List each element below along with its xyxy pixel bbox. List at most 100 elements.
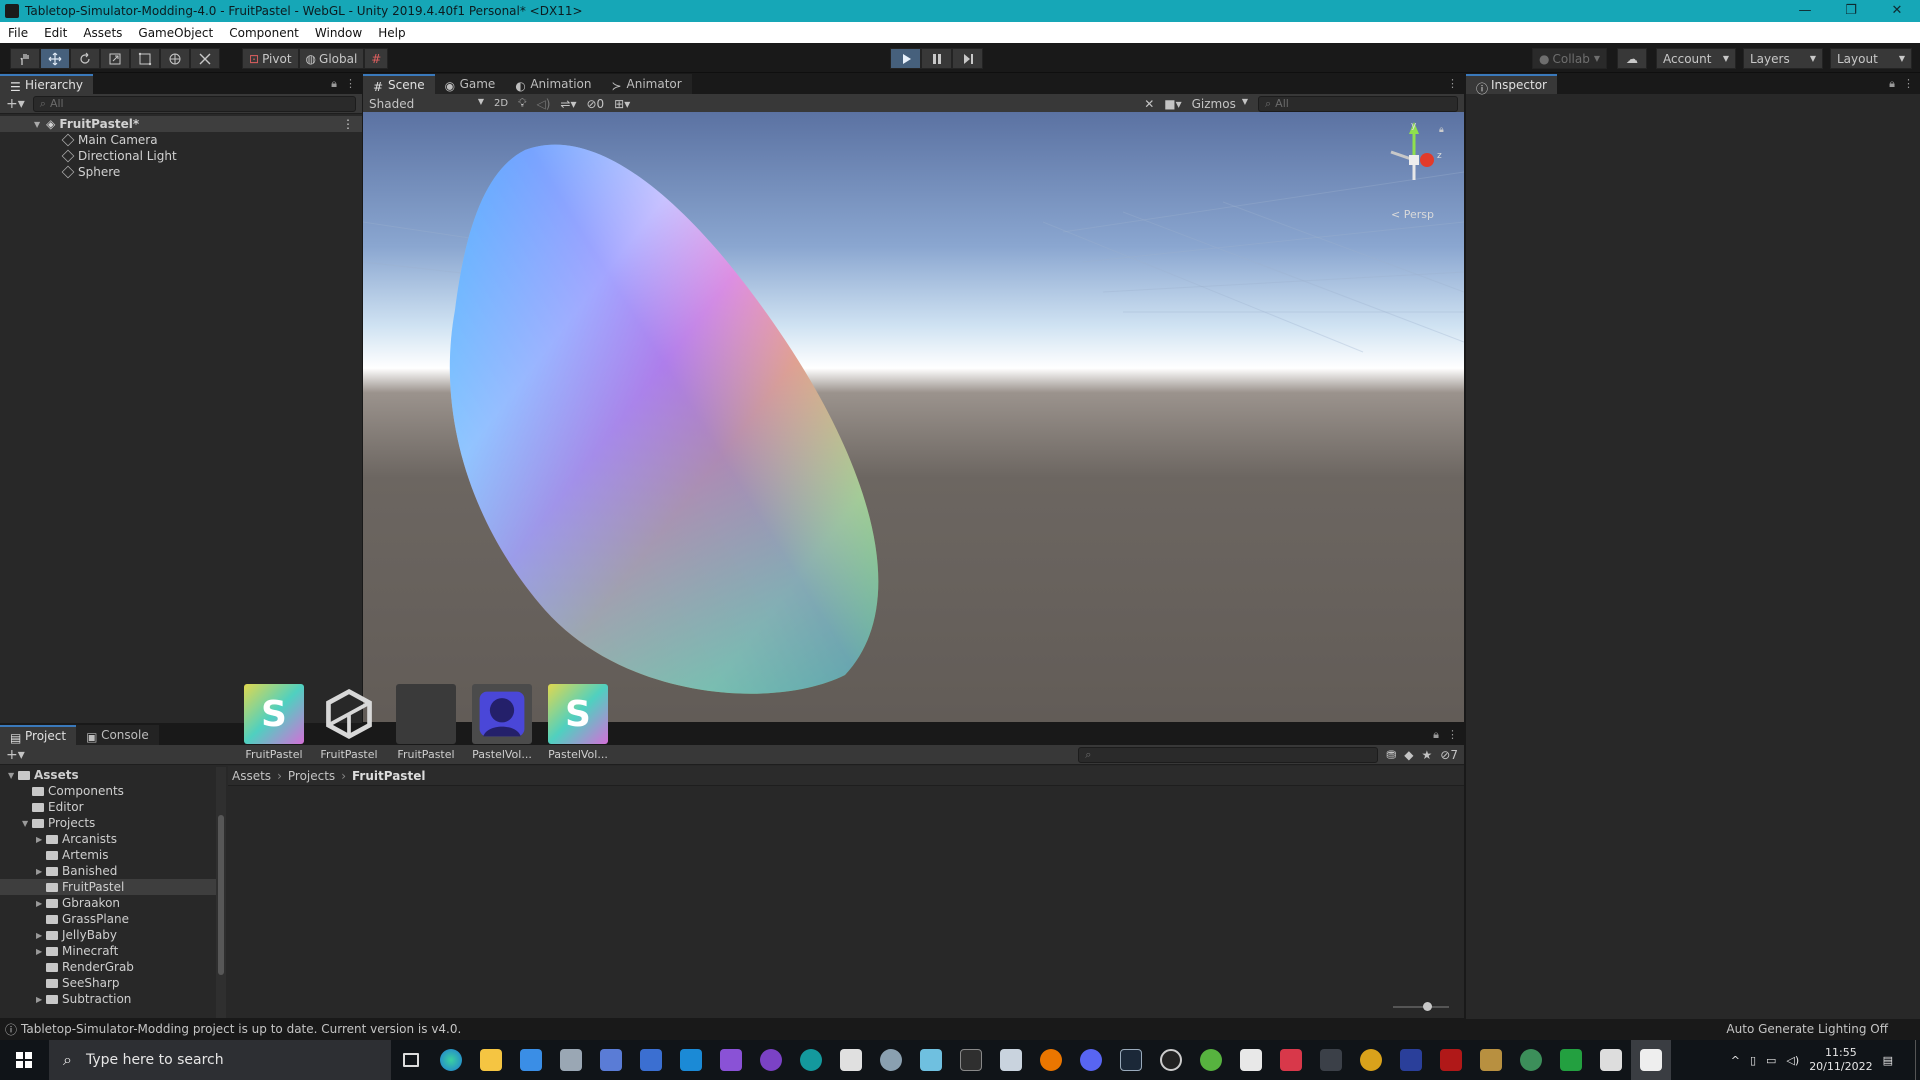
taskbar-app-3[interactable] — [631, 1040, 671, 1080]
scene-search-input[interactable]: ⌕ All — [1258, 95, 1458, 112]
create-button[interactable]: +▾ — [6, 96, 25, 112]
scale-tool-button[interactable] — [100, 48, 130, 69]
folder-tree-item[interactable]: ▶ Arcanists — [0, 831, 216, 847]
project-search-input[interactable]: ⌕ — [1078, 746, 1379, 763]
asset-item[interactable]: S FruitPastel — [242, 684, 306, 761]
tab-scene[interactable]: # Scene — [363, 74, 435, 94]
status-message[interactable]: Tabletop-Simulator-Modding project is up… — [21, 1022, 461, 1036]
folder-tree-item[interactable]: ▼ Projects — [0, 815, 216, 831]
tab-game[interactable]: ◉ Game — [434, 74, 506, 94]
chevron-down-icon[interactable]: ▼ — [22, 819, 32, 828]
effects-toggle-icon[interactable]: ⇌▾ — [560, 97, 576, 111]
more-icon[interactable]: ⋮ — [1447, 77, 1458, 90]
more-icon[interactable]: ⋮ — [1903, 77, 1914, 91]
asset-item[interactable]: FruitPastel — [394, 684, 458, 761]
layers-dropdown[interactable]: Layers ▼ — [1743, 48, 1823, 69]
menu-window[interactable]: Window — [307, 26, 370, 40]
folder-tree-item[interactable]: SeeSharp — [0, 975, 216, 991]
orientation-gizmo[interactable]: y z 🔒︎ — [1379, 120, 1449, 210]
taskbar-app-unity[interactable] — [1591, 1040, 1631, 1080]
asset-item[interactable]: PastelVol... — [470, 684, 534, 761]
grid-toggle-icon[interactable]: ⊞▾ — [614, 97, 630, 111]
scene-viewport[interactable]: y z 🔒︎ < Persp — [363, 112, 1464, 722]
network-icon[interactable]: ▭ — [1766, 1054, 1776, 1067]
lock-icon[interactable]: 🔒︎ — [1889, 77, 1895, 91]
tab-animator[interactable]: ≻ Animator — [601, 74, 692, 94]
shading-mode-dropdown[interactable]: Shaded ▼ — [369, 97, 484, 111]
chevron-down-icon[interactable]: ▼ — [8, 771, 18, 780]
menu-file[interactable]: File — [0, 26, 36, 40]
move-tool-button[interactable] — [40, 48, 70, 69]
audio-toggle-icon[interactable]: ◁) — [536, 97, 550, 111]
folder-tree-item[interactable]: Components — [0, 783, 216, 799]
taskbar-app-6[interactable] — [991, 1040, 1031, 1080]
layout-dropdown[interactable]: Layout ▼ — [1830, 48, 1912, 69]
taskbar-app-1[interactable] — [551, 1040, 591, 1080]
folder-tree-scrollbar[interactable] — [216, 767, 226, 1018]
hierarchy-item[interactable]: Main Camera — [0, 132, 362, 148]
taskbar-app-github[interactable] — [751, 1040, 791, 1080]
rotate-tool-button[interactable] — [70, 48, 100, 69]
filter-by-type-icon[interactable]: ⛃ — [1386, 748, 1396, 762]
transform-tool-button[interactable] — [160, 48, 190, 69]
menu-assets[interactable]: Assets — [75, 26, 130, 40]
hierarchy-item[interactable]: Directional Light — [0, 148, 362, 164]
more-icon[interactable]: ⋮ — [1447, 728, 1458, 742]
taskbar-app-unity-hub[interactable] — [1231, 1040, 1271, 1080]
hand-tool-button[interactable] — [10, 48, 40, 69]
taskbar-app-13[interactable] — [1551, 1040, 1591, 1080]
folder-tree-item[interactable]: GrassPlane — [0, 911, 216, 927]
start-button[interactable] — [0, 1040, 48, 1080]
taskbar-app-10[interactable] — [1431, 1040, 1471, 1080]
asset-item[interactable]: S PastelVol... — [546, 684, 610, 761]
taskbar-app-xbox[interactable] — [1191, 1040, 1231, 1080]
breadcrumb-item[interactable]: Assets — [232, 769, 271, 783]
sphere-mesh[interactable] — [445, 140, 905, 700]
breadcrumb-item-current[interactable]: FruitPastel — [352, 769, 425, 783]
taskbar-app-xml[interactable] — [831, 1040, 871, 1080]
toggle-2d-button[interactable]: 2D — [494, 98, 508, 109]
close-button[interactable]: ✕ — [1874, 0, 1920, 22]
lighting-toggle-icon[interactable]: 💡︎ — [518, 96, 526, 111]
expand-arrow-icon[interactable]: ▼ — [34, 120, 40, 129]
taskbar-app-4[interactable] — [871, 1040, 911, 1080]
folder-tree-item[interactable]: ▼ Assets — [0, 767, 216, 783]
hidden-objects-toggle[interactable]: ⊘0 — [586, 97, 604, 111]
tab-inspector[interactable]: ⓘ Inspector — [1466, 74, 1557, 96]
task-view-button[interactable] — [391, 1040, 431, 1080]
tab-project[interactable]: ▤ Project — [0, 725, 77, 745]
collab-button[interactable]: ● Collab ▼ — [1532, 48, 1607, 69]
taskbar-app-5[interactable] — [911, 1040, 951, 1080]
taskbar-app-8[interactable] — [1311, 1040, 1351, 1080]
rect-tool-button[interactable] — [130, 48, 160, 69]
taskbar-app-steam[interactable] — [1111, 1040, 1151, 1080]
taskbar-app-visual-studio[interactable] — [711, 1040, 751, 1080]
projection-label[interactable]: < Persp — [1391, 208, 1434, 221]
chevron-right-icon[interactable]: ▶ — [36, 867, 46, 876]
more-icon[interactable]: ⋮ — [345, 77, 356, 91]
hierarchy-search-input[interactable]: ⌕ All — [32, 95, 356, 112]
clock[interactable]: 11:55 20/11/2022 — [1809, 1046, 1872, 1074]
folder-tree-item[interactable]: ▶ Minecraft — [0, 943, 216, 959]
icon-size-slider[interactable] — [1393, 1002, 1449, 1011]
taskbar-app-9[interactable] — [1391, 1040, 1431, 1080]
taskbar-app-unity-active[interactable] — [1631, 1040, 1671, 1080]
asset-item[interactable]: FruitPastel — [317, 684, 381, 761]
tab-hierarchy[interactable]: ☰ Hierarchy — [0, 74, 94, 94]
favorite-icon[interactable]: ★ — [1422, 748, 1433, 762]
filter-by-label-icon[interactable]: ◆ — [1404, 748, 1413, 762]
create-button[interactable]: +▾ — [6, 747, 25, 763]
menu-gameobject[interactable]: GameObject — [130, 26, 221, 40]
lock-icon[interactable]: 🔒︎ — [1433, 728, 1439, 742]
menu-component[interactable]: Component — [221, 26, 307, 40]
hierarchy-item[interactable]: Sphere — [0, 164, 362, 180]
pause-button[interactable] — [921, 48, 952, 69]
chevron-right-icon[interactable]: ▶ — [36, 947, 46, 956]
taskbar-app-12[interactable] — [1511, 1040, 1551, 1080]
lock-icon[interactable]: 🔒︎ — [331, 77, 337, 91]
tab-animation[interactable]: ◐ Animation — [505, 74, 602, 94]
chevron-right-icon[interactable]: ▶ — [36, 931, 46, 940]
breadcrumb-item[interactable]: Projects — [288, 769, 335, 783]
folder-tree-item[interactable]: FruitPastel — [0, 879, 216, 895]
camera-icon[interactable]: ■▾ — [1164, 97, 1181, 111]
